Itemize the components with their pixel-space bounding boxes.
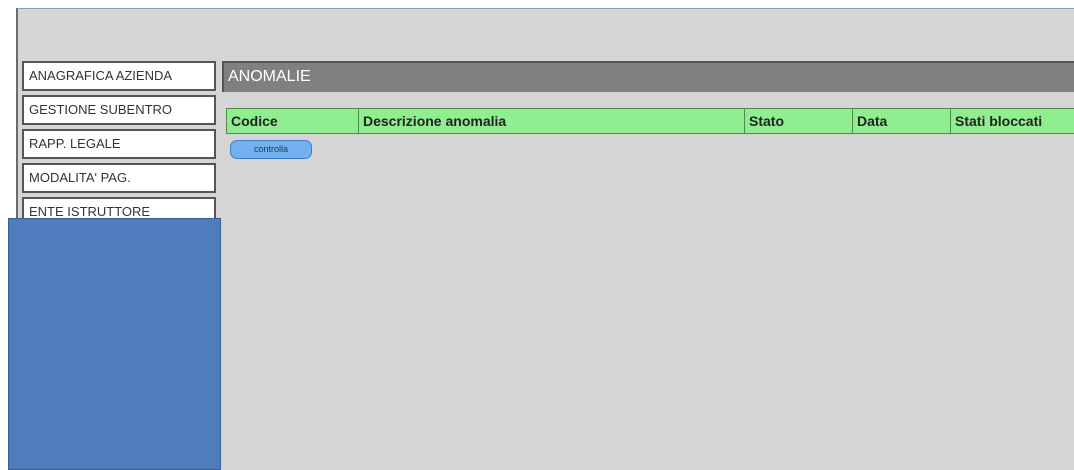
sidebar-menu: ANAGRAFICA AZIENDA GESTIONE SUBENTRO RAP…	[22, 61, 216, 231]
sidebar-item-modalita-pag[interactable]: MODALITA' PAG.	[22, 163, 216, 193]
column-header-codice[interactable]: Codice	[226, 108, 359, 134]
sidebar-item-anagrafica-azienda[interactable]: ANAGRAFICA AZIENDA	[22, 61, 216, 91]
column-header-data[interactable]: Data	[852, 108, 951, 134]
controlla-button[interactable]: controlla	[230, 140, 312, 159]
redaction-block	[8, 218, 221, 470]
column-header-stati-bloccati[interactable]: Stati bloccati	[950, 108, 1074, 134]
table-header-row: Codice Descrizione anomalia Stato Data S…	[226, 108, 1074, 134]
column-header-descrizione-anomalia[interactable]: Descrizione anomalia	[358, 108, 745, 134]
sidebar-item-gestione-subentro[interactable]: GESTIONE SUBENTRO	[22, 95, 216, 125]
sidebar-item-rapp-legale[interactable]: RAPP. LEGALE	[22, 129, 216, 159]
column-header-stato[interactable]: Stato	[744, 108, 853, 134]
section-title: ANOMALIE	[222, 61, 1074, 92]
anomalie-table: Codice Descrizione anomalia Stato Data S…	[226, 108, 1074, 134]
